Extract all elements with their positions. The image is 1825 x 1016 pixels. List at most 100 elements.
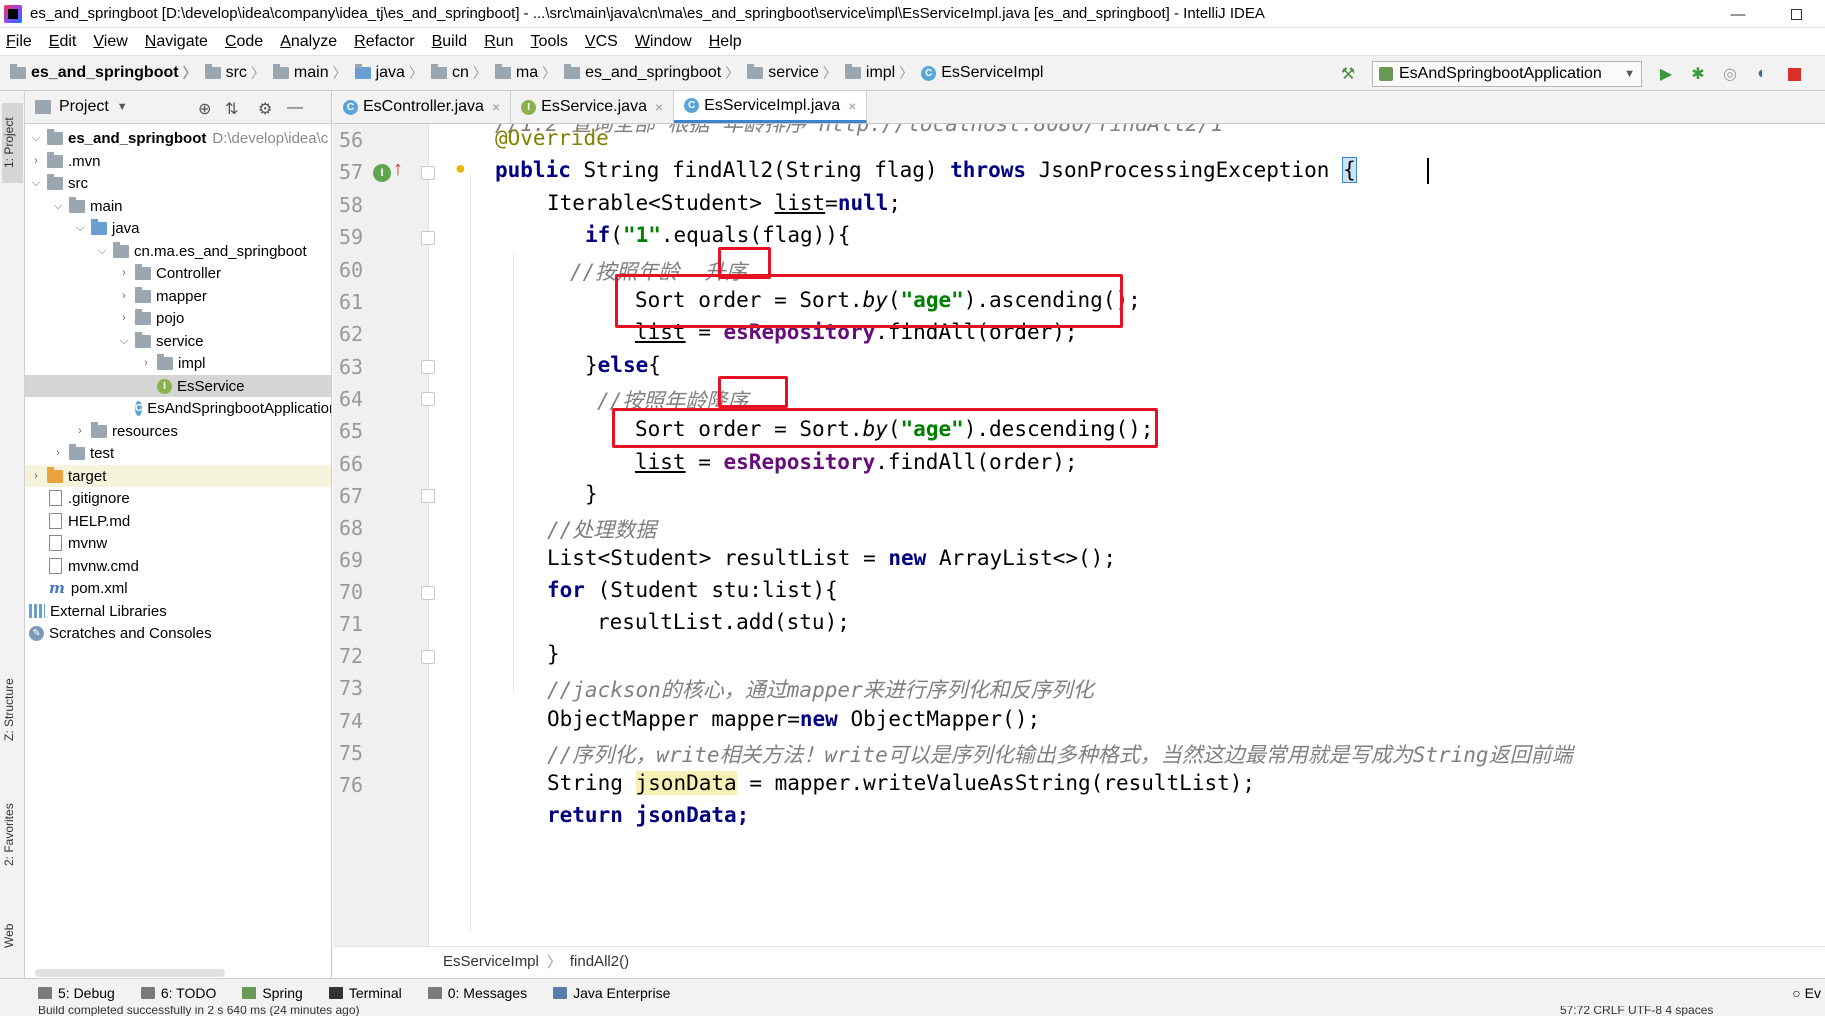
nav-crumb-main[interactable]: main 〉 (272, 63, 351, 83)
tree-item-esservice[interactable]: I EsService (25, 375, 331, 397)
chevron-right-icon[interactable]: › (139, 357, 153, 369)
breadcrumb-class[interactable]: EsServiceImpl (443, 953, 539, 970)
collapse-all-icon[interactable]: ⇅ (225, 99, 238, 119)
close-icon[interactable]: × (492, 99, 500, 115)
chevron-right-icon[interactable]: › (117, 312, 131, 324)
tree-item-scratches[interactable]: ✎ Scratches and Consoles (25, 622, 331, 644)
stop-icon[interactable] (1784, 64, 1804, 84)
menu-window[interactable]: Window (635, 33, 692, 51)
project-view-select[interactable]: Project (59, 98, 109, 116)
nav-crumb-project[interactable]: es_and_springboot 〉 (10, 63, 201, 83)
chevron-right-icon[interactable]: › (73, 425, 87, 437)
menu-vcs[interactable]: VCS (585, 33, 618, 51)
structure-tool-tab[interactable]: Z: Structure (2, 666, 23, 754)
tree-item-main[interactable]: ⌵ main (25, 195, 331, 217)
menu-help[interactable]: Help (709, 33, 742, 51)
fold-marker[interactable] (421, 489, 435, 503)
tree-item-impl[interactable]: › impl (25, 352, 331, 374)
todo-tool-button[interactable]: 6: TODO (140, 985, 216, 1001)
menu-code[interactable]: Code (225, 33, 263, 51)
horizontal-scrollbar[interactable] (35, 969, 225, 977)
tree-item-mvnw[interactable]: mvnw (25, 532, 331, 554)
messages-tool-button[interactable]: 0: Messages (427, 985, 527, 1001)
tree-item-external-libraries[interactable]: External Libraries (25, 600, 331, 622)
nav-crumb-class[interactable]: C EsServiceImpl (921, 64, 1043, 82)
terminal-tool-button[interactable]: Terminal (328, 985, 402, 1001)
menu-build[interactable]: Build (432, 33, 468, 51)
fold-marker[interactable] (421, 360, 435, 374)
tree-item-root[interactable]: ⌵ es_and_springboot D:\develop\idea\c (25, 127, 331, 149)
lightbulb-icon[interactable]: ● (455, 158, 466, 179)
tree-item-mapper[interactable]: › mapper (25, 285, 331, 307)
spring-tool-button[interactable]: Spring (242, 985, 303, 1001)
fold-marker[interactable] (421, 586, 435, 600)
tab-esservice[interactable]: I EsService.java × (511, 91, 675, 123)
chevron-down-icon[interactable]: ⌵ (29, 177, 43, 190)
tree-item-application[interactable]: C EsAndSpringbootApplication (25, 397, 331, 419)
profiler-icon[interactable]: ◐ (1752, 64, 1772, 84)
chevron-down-icon[interactable]: ⌵ (117, 335, 131, 348)
tree-item-src[interactable]: ⌵ src (25, 172, 331, 194)
chevron-right-icon[interactable]: › (29, 470, 43, 482)
fold-marker[interactable] (421, 392, 435, 406)
menu-refactor[interactable]: Refactor (354, 33, 414, 51)
tree-item-mvnw-cmd[interactable]: mvnw.cmd (25, 555, 331, 577)
menu-analyze[interactable]: Analyze (280, 33, 337, 51)
gear-icon[interactable]: ⚙ (258, 99, 272, 119)
tree-item-service[interactable]: ⌵ service (25, 330, 331, 352)
minimize-button[interactable]: — (1709, 0, 1767, 28)
coverage-icon[interactable]: ◎ (1720, 64, 1740, 84)
chevron-right-icon[interactable]: › (51, 447, 65, 459)
chevron-down-icon[interactable]: ⌵ (73, 222, 87, 235)
fold-marker[interactable] (421, 166, 435, 180)
chevron-down-icon[interactable]: ⌵ (51, 200, 65, 213)
menu-file[interactable]: File (6, 33, 32, 51)
nav-crumb-src[interactable]: src 〉 (204, 63, 269, 83)
java-enterprise-tool-button[interactable]: Java Enterprise (553, 985, 670, 1001)
chevron-right-icon[interactable]: › (117, 267, 131, 279)
tree-item-test[interactable]: › test (25, 442, 331, 464)
tree-item-pom[interactable]: m pom.xml (25, 577, 331, 599)
tree-item-pojo[interactable]: › pojo (25, 307, 331, 329)
event-log-button[interactable]: ○ Ev (1792, 985, 1821, 1001)
nav-crumb-java[interactable]: java 〉 (354, 63, 427, 83)
web-tool-tab[interactable]: Web (2, 911, 23, 961)
build-hammer-icon[interactable]: ⚒ (1338, 64, 1358, 84)
tab-esserviceimpl[interactable]: C EsServiceImpl.java × (674, 91, 868, 123)
nav-crumb-cn[interactable]: cn 〉 (430, 63, 491, 83)
run-icon[interactable]: ▶ (1656, 64, 1676, 84)
nav-crumb-package[interactable]: es_and_springboot 〉 (564, 63, 743, 83)
favorites-tool-tab[interactable]: 2: Favorites (2, 791, 23, 879)
fold-marker[interactable] (421, 231, 435, 245)
nav-crumb-ma[interactable]: ma 〉 (494, 63, 560, 83)
menu-run[interactable]: Run (484, 33, 513, 51)
chevron-right-icon[interactable]: › (117, 290, 131, 302)
maximize-button[interactable] (1767, 0, 1825, 28)
tree-item-resources[interactable]: › resources (25, 420, 331, 442)
close-icon[interactable]: × (655, 99, 663, 115)
code-editor[interactable]: 56 57 58 59 60 61 62 63 64 65 66 67 68 6… (333, 124, 1825, 946)
close-icon[interactable]: × (848, 98, 856, 114)
status-position[interactable]: 57:72 CRLF UTF-8 4 spaces (1560, 1006, 1713, 1016)
project-tool-tab[interactable]: 1: Project (2, 103, 23, 183)
hide-panel-icon[interactable]: — (287, 99, 303, 117)
tree-item-java[interactable]: ⌵ java (25, 217, 331, 239)
fold-marker[interactable] (421, 650, 435, 664)
tree-item-package-root[interactable]: ⌵ cn.ma.es_and_springboot (25, 240, 331, 262)
nav-crumb-service[interactable]: service 〉 (747, 63, 841, 83)
chevron-down-icon[interactable]: ⌵ (29, 132, 43, 145)
tree-item-help-md[interactable]: HELP.md (25, 510, 331, 532)
chevron-down-icon[interactable]: ▼ (117, 101, 128, 113)
tree-item-target[interactable]: › target (25, 465, 331, 487)
tab-escontroller[interactable]: C EsController.java × (333, 91, 512, 123)
implements-method-icon[interactable]: I (373, 164, 391, 182)
chevron-down-icon[interactable]: ⌵ (95, 245, 109, 258)
menu-view[interactable]: View (93, 33, 127, 51)
debug-icon[interactable]: ✱ (1688, 64, 1708, 84)
menu-navigate[interactable]: Navigate (145, 33, 208, 51)
locate-icon[interactable]: ⊕ (198, 99, 211, 119)
arrow-up-icon[interactable]: ↑ (393, 158, 403, 181)
menu-tools[interactable]: Tools (531, 33, 568, 51)
tree-item-mvn[interactable]: › .mvn (25, 150, 331, 172)
tree-item-gitignore[interactable]: .gitignore (25, 487, 331, 509)
